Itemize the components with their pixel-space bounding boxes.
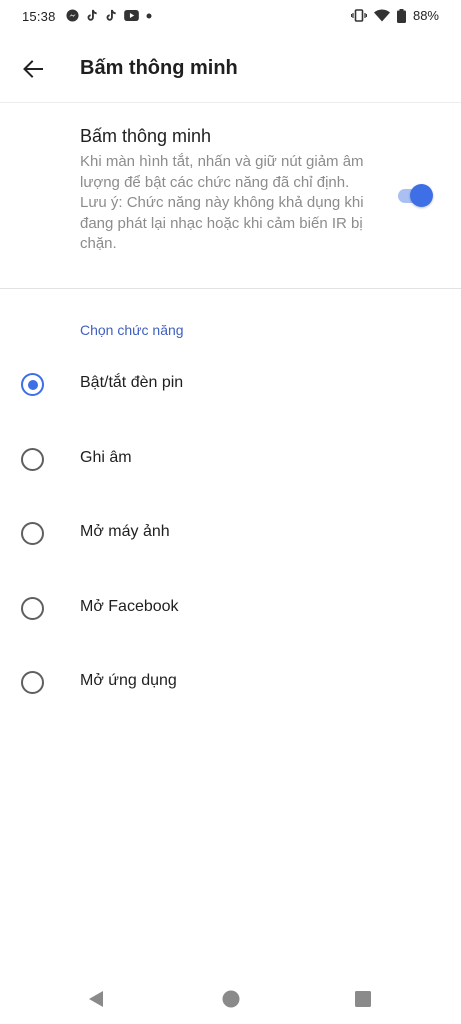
tiktok-icon bbox=[87, 9, 97, 21]
status-time: 15:38 bbox=[22, 9, 56, 24]
option-open-app[interactable]: Mở ứng dụng bbox=[0, 646, 461, 721]
option-label: Bật/tắt đèn pin bbox=[80, 374, 184, 391]
section-header: Chọn chức năng bbox=[80, 322, 184, 338]
battery-percentage: 88% bbox=[412, 8, 439, 23]
option-label: Ghi âm bbox=[80, 448, 132, 466]
arrow-left-icon bbox=[23, 60, 43, 78]
radio-button-icon[interactable] bbox=[21, 596, 44, 620]
navigation-bar bbox=[0, 972, 461, 1024]
function-radio-list: Bật/tắt đèn pin Ghi âm Mở máy ảnh Mở Fac… bbox=[0, 348, 461, 721]
nav-back-button[interactable] bbox=[85, 988, 107, 1010]
nav-recents-button[interactable] bbox=[352, 988, 374, 1010]
app-bar: Bấm thông minh bbox=[0, 40, 461, 98]
page-title: Bấm thông minh bbox=[80, 57, 238, 79]
radio-button-icon[interactable] bbox=[21, 522, 44, 545]
radio-button-icon[interactable] bbox=[21, 447, 44, 471]
option-camera[interactable]: Mở máy ảnh bbox=[0, 497, 461, 572]
option-label: Mở Facebook bbox=[80, 597, 179, 615]
option-label: Mở ứng dụng bbox=[80, 672, 177, 689]
toggle-thumb bbox=[410, 184, 433, 207]
preference-description: Khi màn hình tắt, nhấn và giữ nút giảm â… bbox=[80, 152, 370, 255]
section-divider bbox=[0, 288, 461, 289]
nav-home-button[interactable] bbox=[220, 988, 242, 1010]
status-bar: 15:38 88% bbox=[0, 0, 461, 34]
tiktok-icon bbox=[106, 9, 116, 21]
option-label: Mở máy ảnh bbox=[80, 523, 170, 540]
youtube-icon bbox=[124, 10, 139, 21]
notification-icons bbox=[66, 9, 152, 22]
vibrate-icon bbox=[350, 9, 367, 22]
radio-button-selected-icon[interactable] bbox=[21, 373, 44, 396]
dot-icon bbox=[146, 13, 152, 18]
description-note: Lưu ý: Chức năng này không khả dụng khi … bbox=[80, 194, 364, 252]
option-facebook[interactable]: Mở Facebook bbox=[0, 572, 461, 647]
description-text: Khi màn hình tắt, nhấn và giữ nút giảm â… bbox=[80, 153, 364, 191]
preference-title: Bấm thông minh bbox=[80, 126, 212, 146]
option-flashlight[interactable]: Bật/tắt đèn pin bbox=[0, 348, 461, 423]
smart-key-preference[interactable]: Bấm thông minh Khi màn hình tắt, nhấn và… bbox=[0, 110, 461, 280]
option-voice-recorder[interactable]: Ghi âm bbox=[0, 423, 461, 498]
smart-key-toggle[interactable] bbox=[396, 183, 434, 209]
recents-square-icon bbox=[355, 991, 371, 1007]
back-button[interactable] bbox=[18, 54, 48, 84]
back-triangle-icon bbox=[89, 991, 103, 1007]
battery-icon bbox=[396, 8, 406, 23]
home-circle-icon bbox=[222, 990, 240, 1008]
messenger-icon bbox=[66, 9, 79, 22]
app-bar-divider bbox=[0, 102, 461, 103]
wifi-icon bbox=[373, 9, 390, 22]
radio-button-icon[interactable] bbox=[21, 671, 44, 694]
